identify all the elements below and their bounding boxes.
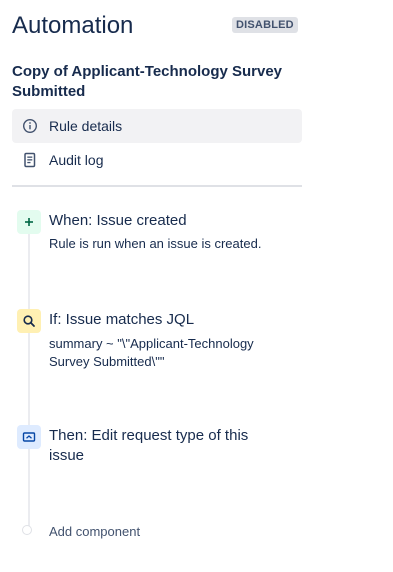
timeline-line	[28, 222, 30, 527]
edit-request-type-icon	[17, 425, 41, 449]
component-title: Then: Edit request type of this issue	[49, 427, 249, 464]
search-icon	[17, 309, 41, 333]
component-title: When: Issue created	[49, 212, 187, 229]
component-title: If: Issue matches JQL	[49, 311, 195, 328]
nav-item-label: Rule details	[49, 118, 123, 134]
automation-rule-sidebar: Automation DISABLED Copy of Applicant-Te…	[0, 0, 393, 572]
add-component-button[interactable]: Add component	[49, 523, 140, 541]
nav-item-audit-log[interactable]: Audit log	[12, 143, 302, 177]
nav-item-label: Audit log	[49, 152, 104, 168]
plus-icon	[17, 210, 41, 234]
divider	[12, 185, 302, 187]
info-icon	[22, 118, 38, 134]
rule-name: Copy of Applicant-Technology Survey Subm…	[12, 63, 283, 100]
nav-item-rule-details[interactable]: Rule details	[12, 109, 302, 143]
document-icon	[22, 152, 38, 168]
component-description: summary ~ "\"Applicant-Technology Survey…	[49, 336, 254, 369]
add-component-icon	[22, 525, 32, 535]
page-title: Automation	[12, 12, 134, 39]
component-description: Rule is run when an issue is created.	[49, 236, 262, 251]
status-badge: DISABLED	[232, 17, 298, 33]
